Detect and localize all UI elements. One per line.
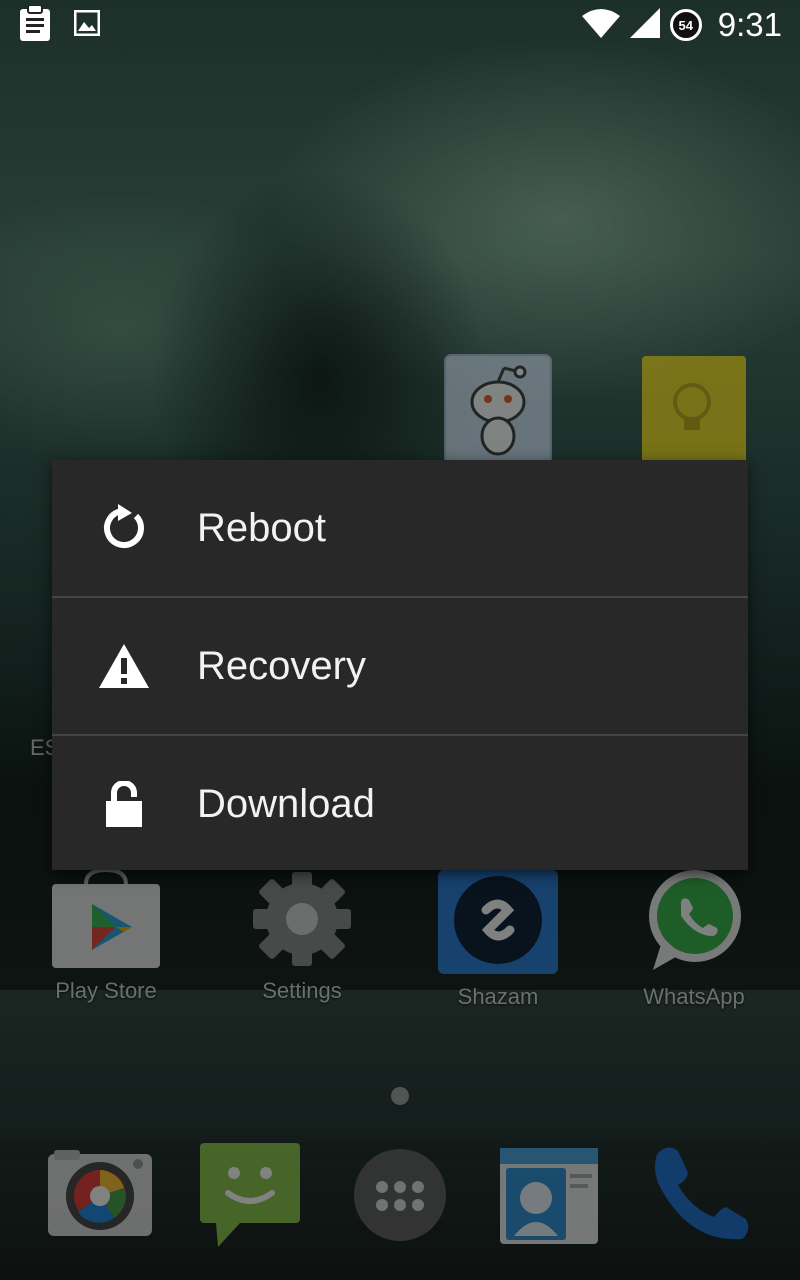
menu-item-label: Reboot <box>197 505 326 550</box>
wifi-icon <box>581 8 620 43</box>
clipboard-icon <box>18 3 52 46</box>
power-menu-dialog: Reboot Recovery Download <box>52 460 748 870</box>
lock-icon <box>96 776 152 832</box>
clock: 9:31 <box>717 6 782 43</box>
reboot-icon <box>96 500 152 556</box>
signal-icon <box>629 7 660 43</box>
status-bar: 54 9:31 <box>0 0 800 50</box>
menu-item-label: Download <box>197 781 375 826</box>
menu-item-label: Recovery <box>197 643 366 688</box>
recovery-option[interactable]: Recovery <box>52 596 748 734</box>
download-option[interactable]: Download <box>52 734 748 872</box>
battery-level-icon: 54 <box>669 9 702 41</box>
reboot-option[interactable]: Reboot <box>52 460 748 596</box>
warning-icon <box>96 638 152 694</box>
image-icon <box>73 9 101 41</box>
home-screen: Play Store Settings Shazam WhatsApp ES 5… <box>0 0 800 1280</box>
